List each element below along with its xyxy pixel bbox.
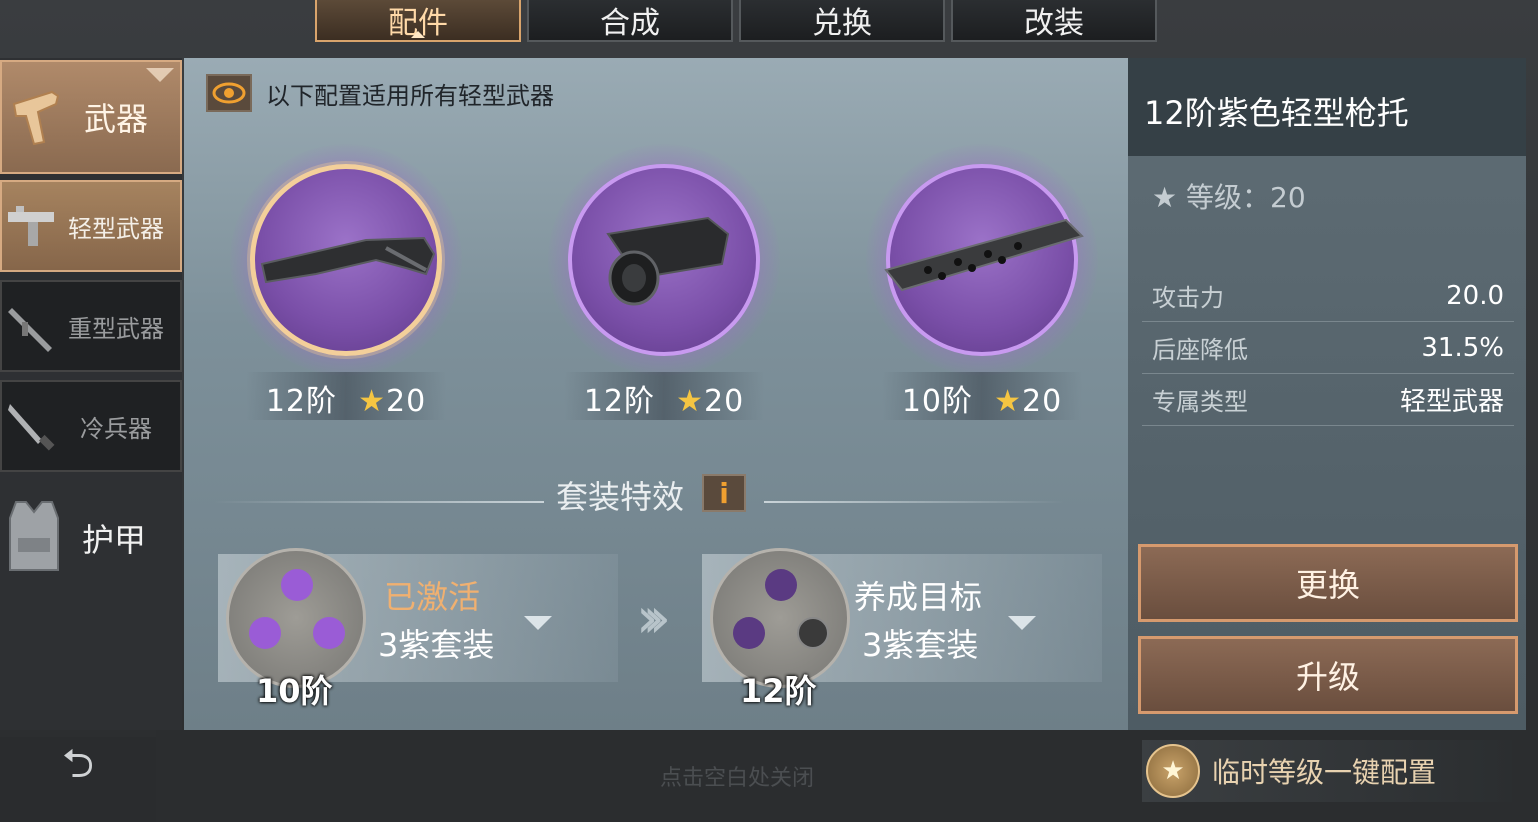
set-name: 3紫套装 <box>862 626 979 664</box>
divider <box>214 501 544 503</box>
set-name: 3紫套装 <box>378 626 495 664</box>
sidebar-item-melee[interactable]: 冷兵器 <box>0 380 182 472</box>
purple-dot <box>733 617 765 649</box>
tab-synthesis[interactable]: 合成 <box>527 0 733 42</box>
arrow-right-icon: ››› <box>636 586 671 651</box>
slot-label: 12阶 ★20 <box>583 384 745 419</box>
item-title: 12阶紫色轻型枪托 <box>1128 58 1526 156</box>
set-status: 养成目标 <box>854 578 983 616</box>
stat-key: 攻击力 <box>1152 284 1224 312</box>
sidebar-item-label: 护甲 <box>82 521 147 559</box>
close-hint[interactable]: 点击空白处关闭 <box>660 760 814 792</box>
sidebar-item-label: 重型武器 <box>68 314 164 343</box>
collapse-icon <box>146 68 174 82</box>
stat-row: 攻击力 20.0 <box>1142 270 1514 322</box>
notice-text: 以下配置适用所有轻型武器 <box>266 81 554 110</box>
vest-icon <box>9 501 59 571</box>
quick-config-label: 临时等级一键配置 <box>1212 756 1437 789</box>
chevron-down-icon <box>524 616 552 630</box>
notice-bar: 以下配置适用所有轻型武器 <box>206 74 554 112</box>
sidebar-item-armor[interactable]: 护甲 <box>0 488 182 588</box>
accessory-slot-suppressor[interactable]: 10阶 ★20 <box>866 144 1098 420</box>
tab-accessories[interactable]: 配件 <box>315 0 521 42</box>
stat-value: 20.0 <box>1446 280 1504 311</box>
accessory-slot-stock[interactable]: 12阶 ★20 <box>230 144 462 420</box>
divider <box>764 501 1064 503</box>
stat-row: 后座降低 31.5% <box>1142 322 1514 374</box>
accessory-panel: 以下配置适用所有轻型武器 12阶 ★20 12阶 ★20 10阶 ★20 套装特… <box>184 58 1128 730</box>
star-icon: ★ <box>1152 181 1187 214</box>
info-icon[interactable]: i <box>702 474 746 512</box>
category-sidebar: 武器 轻型武器 重型武器 冷兵器 护甲 <box>0 58 182 730</box>
smg-icon <box>8 206 54 246</box>
set-target-card[interactable]: 养成目标 3紫套装 12阶 <box>702 548 1102 710</box>
slot-label: 10阶 ★20 <box>901 384 1063 419</box>
purple-dot <box>313 617 345 649</box>
accessory-slot-scope[interactable]: 12阶 ★20 <box>548 144 780 420</box>
upgrade-button[interactable]: 升级 <box>1138 636 1518 714</box>
rocket-launcher-icon <box>8 308 52 352</box>
slot-label: 12阶 ★20 <box>265 384 427 419</box>
detail-panel: 12阶紫色轻型枪托 ★ 等级：20 攻击力 20.0 后座降低 31.5% 专属… <box>1128 58 1526 730</box>
stat-value: 31.5% <box>1421 332 1504 363</box>
top-tabs: 配件 合成 兑换 改装 <box>315 0 1157 42</box>
empty-dot <box>797 617 829 649</box>
item-level: ★ 等级：20 <box>1152 181 1306 214</box>
set-tier: 12阶 <box>740 672 817 710</box>
set-status: 已激活 <box>384 578 481 616</box>
suppressor-icon <box>884 218 1084 292</box>
stat-row: 专属类型 轻型武器 <box>1142 374 1514 426</box>
stat-key: 专属类型 <box>1152 388 1248 416</box>
star-clock-icon: ★ <box>1146 744 1200 798</box>
purple-dot <box>765 569 797 601</box>
sidebar-item-label: 冷兵器 <box>80 414 152 443</box>
stat-key: 后座降低 <box>1152 336 1248 364</box>
stock-icon <box>260 236 436 284</box>
star-icon: ★ <box>994 384 1022 419</box>
star-icon: ★ <box>358 384 386 419</box>
pistol-icon <box>12 90 60 146</box>
sidebar-item-heavy-weapons[interactable]: 重型武器 <box>0 280 182 372</box>
set-current-card[interactable]: 已激活 3紫套装 10阶 <box>218 548 618 710</box>
set-effect-title: 套装特效 <box>556 478 685 516</box>
sidebar-item-weapons[interactable]: 武器 <box>0 60 182 174</box>
sidebar-item-label: 武器 <box>84 100 149 138</box>
sidebar-item-light-weapons[interactable]: 轻型武器 <box>0 180 182 272</box>
chevron-down-icon <box>1008 616 1036 630</box>
star-icon: ★ <box>676 384 704 419</box>
back-button[interactable]: ⮌ <box>0 737 156 801</box>
purple-dot <box>249 617 281 649</box>
quick-config-button[interactable]: ★ 临时等级一键配置 <box>1142 740 1512 802</box>
game-screen: 配件 合成 兑换 改装 武器 轻型武器 重型武器 冷兵器 护甲 以下配置适用所有… <box>0 0 1538 822</box>
knife-icon <box>8 404 55 451</box>
purple-dot <box>281 569 313 601</box>
stat-value: 轻型武器 <box>1399 387 1504 417</box>
sidebar-item-label: 轻型武器 <box>68 214 164 243</box>
scope-icon <box>606 216 730 306</box>
replace-button[interactable]: 更换 <box>1138 544 1518 622</box>
back-arrow-icon: ⮌ <box>61 741 95 787</box>
tab-exchange[interactable]: 兑换 <box>739 0 945 42</box>
tab-modify[interactable]: 改装 <box>951 0 1157 42</box>
eye-icon[interactable] <box>206 74 252 112</box>
set-tier: 10阶 <box>256 672 333 710</box>
